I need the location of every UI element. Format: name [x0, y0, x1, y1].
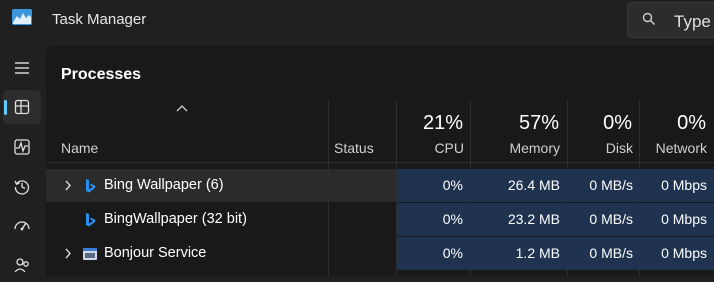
table-row[interactable]: Bing Wallpaper (6) 0% 26.4 MB 0 MB/s 0 M… [46, 169, 714, 202]
nav-users[interactable] [3, 248, 41, 282]
process-name: Bing Wallpaper (6) [104, 177, 224, 193]
processes-panel: Processes Name Status 21% CPU 57% Memory… [46, 46, 714, 276]
cpu-cell: 0% [442, 245, 463, 261]
task-manager-app-icon [12, 9, 32, 25]
network-cell: 0 Mbps [661, 177, 707, 193]
search-input[interactable]: Type [674, 12, 711, 32]
sort-ascending-icon[interactable] [176, 104, 188, 112]
cpu-total-percent: 21% [422, 112, 463, 134]
bing-icon [86, 179, 95, 193]
cpu-cell: 0% [442, 177, 463, 193]
table-row[interactable]: Bonjour Service 0% 1.2 MB 0 MB/s 0 Mbps [46, 237, 714, 270]
cpu-cell: 0% [442, 211, 463, 227]
nav-performance[interactable] [3, 130, 41, 164]
header-divider [46, 162, 714, 163]
memory-cell: 1.2 MB [515, 245, 560, 261]
navigation-sidebar [0, 46, 46, 276]
processes-icon [14, 99, 30, 115]
bing-icon [86, 213, 95, 227]
chevron-right-icon[interactable] [64, 180, 72, 191]
process-name: Bonjour Service [104, 245, 207, 261]
disk-label: Disk [605, 140, 633, 156]
search-icon [642, 12, 655, 25]
nav-app-history[interactable] [3, 170, 41, 204]
memory-label: Memory [509, 140, 560, 156]
memory-cell: 23.2 MB [507, 211, 560, 227]
network-total-percent: 0% [677, 112, 706, 134]
service-window-icon [83, 248, 97, 260]
active-indicator [4, 100, 7, 115]
memory-cell: 26.4 MB [507, 177, 560, 193]
network-cell: 0 Mbps [661, 211, 707, 227]
search-box[interactable]: Type [627, 2, 714, 38]
column-header-status[interactable]: Status [334, 140, 374, 156]
network-label: Network [655, 140, 707, 156]
app-history-icon [14, 180, 30, 195]
memory-total-percent: 57% [518, 112, 559, 134]
users-icon [14, 258, 29, 273]
chevron-right-icon[interactable] [64, 248, 72, 259]
title-bar: Task Manager Type [0, 0, 714, 46]
cpu-label: CPU [434, 140, 464, 156]
hamburger-menu-button[interactable] [3, 51, 41, 85]
process-name: BingWallpaper (32 bit) [104, 211, 247, 227]
startup-apps-icon [14, 221, 30, 231]
table-row[interactable]: BingWallpaper (32 bit) 0% 23.2 MB 0 MB/s… [46, 203, 714, 236]
disk-cell: 0 MB/s [589, 245, 633, 261]
disk-total-percent: 0% [603, 112, 632, 134]
disk-cell: 0 MB/s [589, 177, 633, 193]
disk-cell: 0 MB/s [589, 211, 633, 227]
column-header-name[interactable]: Name [61, 140, 98, 156]
nav-processes[interactable] [3, 90, 41, 124]
window-title: Task Manager [52, 11, 147, 28]
hamburger-menu-icon [15, 62, 29, 74]
row-selection-highlight [329, 169, 396, 202]
performance-icon [14, 139, 30, 155]
nav-startup-apps[interactable] [3, 209, 41, 243]
page-title: Processes [61, 66, 142, 83]
network-cell: 0 Mbps [661, 245, 707, 261]
